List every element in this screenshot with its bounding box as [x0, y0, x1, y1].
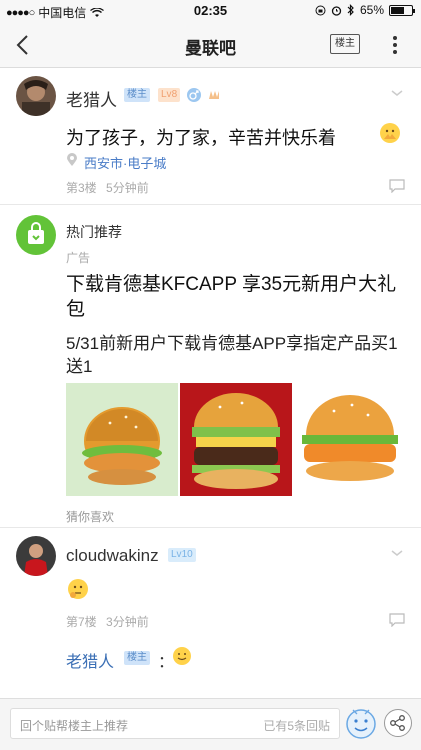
level-badge: Lv10: [168, 548, 196, 562]
owner-badge: 楼主: [124, 88, 150, 102]
more-options-icon[interactable]: [388, 32, 402, 58]
location-pin-icon: [67, 153, 77, 166]
gender-male-icon: [187, 88, 201, 102]
battery-percent: 65%: [359, 3, 384, 17]
ad-source: 热门推荐: [66, 224, 122, 240]
floor-number: 第7楼: [66, 615, 97, 629]
post-location[interactable]: 西安市·电子城: [84, 153, 166, 172]
ad-image-burger-1[interactable]: [66, 383, 178, 496]
ad-image-burger-3[interactable]: [294, 383, 406, 496]
reply-username[interactable]: 老猎人: [66, 648, 114, 672]
post-time: 3分钟前: [106, 615, 149, 629]
status-bar: ●●●●○ 中国电信 02:35 65%: [0, 0, 421, 22]
status-right: 65%: [315, 3, 415, 17]
post-username[interactable]: cloudwakinz: [66, 546, 159, 566]
post-username[interactable]: 老猎人: [66, 86, 117, 111]
post-meta: 第3楼 5分钟前: [66, 179, 149, 196]
comment-icon[interactable]: [389, 179, 405, 193]
chevron-down-icon[interactable]: [390, 88, 404, 98]
level-badge: Lv8: [158, 88, 181, 102]
only-owner-button[interactable]: 楼主: [330, 34, 360, 54]
post-text: 为了孩子，为了家，辛苦并快乐着: [66, 128, 336, 148]
ad-label: 广告: [66, 251, 91, 265]
ad-footer: 猜你喜欢: [66, 510, 115, 524]
reply-placeholder: 回个贴帮楼主上推荐: [20, 719, 129, 733]
bluetooth-icon: [347, 4, 354, 16]
emoji-face-icon[interactable]: [345, 706, 377, 740]
ad-title[interactable]: 下载肯德基KFCAPP 享35元新用户大礼包: [66, 272, 406, 322]
alarm-icon: [331, 5, 342, 16]
ad-image-burger-2[interactable]: [180, 383, 292, 496]
comment-icon[interactable]: [389, 613, 405, 627]
shopping-bag-icon: [16, 215, 56, 255]
praying-emoji-icon: [380, 123, 400, 143]
divider: [0, 527, 421, 528]
battery-fill: [391, 6, 404, 14]
level-number: 8: [171, 89, 178, 100]
thinking-emoji-icon: [68, 579, 88, 599]
bottom-bar: 回个贴帮楼主上推荐 已有5条回贴: [0, 698, 421, 750]
level-number: 10: [181, 549, 193, 560]
chevron-down-icon[interactable]: [390, 548, 404, 558]
post-time: 5分钟前: [106, 181, 149, 195]
ad-description: 5/31前新用户下载肯德基APP享指定产品买1送1: [66, 334, 398, 376]
post-meta: 第7楼 3分钟前: [66, 613, 149, 630]
floor-number: 第3楼: [66, 181, 97, 195]
smile-emoji-icon: [173, 647, 191, 665]
avatar[interactable]: [16, 76, 56, 116]
reply-count: 已有5条回贴: [263, 719, 330, 733]
avatar[interactable]: [16, 536, 56, 576]
reply-input[interactable]: 回个贴帮楼主上推荐 已有5条回贴: [10, 708, 340, 739]
battery-icon: [389, 4, 415, 16]
divider: [0, 204, 421, 205]
hands-emoji-icon: [209, 91, 219, 99]
post-content: 为了孩子，为了家，辛苦并快乐着: [66, 124, 336, 150]
owner-badge: 楼主: [124, 651, 150, 665]
share-icon[interactable]: [383, 708, 413, 738]
nav-bar: 曼联吧 楼主: [0, 22, 421, 68]
lock-rotation-icon: [315, 5, 326, 15]
